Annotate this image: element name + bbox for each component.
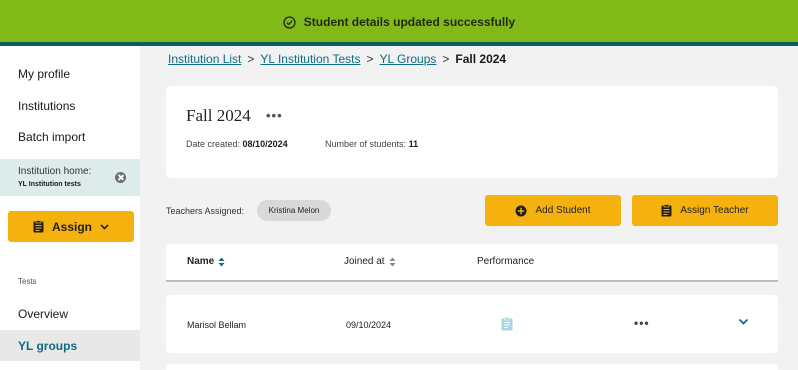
- student-joined-at: 09/10/2024: [346, 320, 392, 330]
- students-count: Number of students: 11: [325, 139, 418, 149]
- sidebar-item-label: YL groups: [18, 339, 78, 353]
- group-more-options-icon[interactable]: •••: [266, 108, 283, 123]
- assign-teacher-button[interactable]: Assign Teacher: [632, 195, 778, 226]
- table-row[interactable]: [166, 295, 778, 353]
- sidebar-item-batch-import[interactable]: Batch import: [18, 130, 85, 144]
- chevron-down-icon: [100, 223, 109, 230]
- sort-icon-active: [218, 257, 225, 266]
- sidebar-item-yl-groups[interactable]: YL groups: [0, 330, 140, 361]
- row-more-options-icon[interactable]: •••: [634, 316, 650, 330]
- date-created-label: Date created:: [186, 139, 241, 149]
- clipboard-icon: [33, 220, 44, 233]
- breadcrumb-current: Fall 2024: [455, 52, 507, 66]
- institution-home-name: YL Institution tests: [18, 181, 81, 188]
- breadcrumb-separator: >: [442, 52, 450, 66]
- table-header: [166, 244, 778, 282]
- breadcrumb-separator: >: [247, 52, 255, 66]
- column-header-label: Name: [187, 256, 215, 267]
- tests-section-label: Tests: [18, 277, 37, 286]
- students-count-label: Number of students:: [325, 139, 407, 149]
- students-count-value: 11: [408, 139, 419, 149]
- institution-home-box: Institution home: YL Institution tests: [0, 159, 140, 196]
- student-name[interactable]: Marisol Bellam: [187, 320, 246, 330]
- assign-button[interactable]: Assign: [8, 211, 134, 242]
- plus-circle-icon: [515, 205, 527, 216]
- teacher-chip[interactable]: Kristina Melon: [257, 200, 331, 221]
- page-title: Fall 2024: [186, 106, 251, 125]
- assign-button-label: Assign: [51, 219, 92, 234]
- table-header-divider: [166, 280, 778, 282]
- sidebar-item-institutions[interactable]: Institutions: [18, 99, 75, 113]
- column-header-performance: Performance: [477, 256, 534, 267]
- breadcrumb: Institution List > YL Institution Tests …: [168, 52, 506, 66]
- column-header-name[interactable]: Name: [187, 256, 225, 267]
- sidebar: My profile Institutions Batch import Ins…: [0, 46, 140, 370]
- institution-home-label: Institution home:: [18, 166, 92, 177]
- check-circle-icon: [283, 15, 296, 29]
- column-header-label: Joined at: [344, 256, 385, 267]
- breadcrumb-link-institution-list[interactable]: Institution List: [168, 52, 241, 66]
- teachers-assigned-label: Teachers Assigned:: [166, 206, 245, 216]
- column-header-joined-at[interactable]: Joined at: [344, 256, 396, 267]
- sort-icon: [389, 257, 396, 266]
- sidebar-item-my-profile[interactable]: My profile: [18, 67, 70, 81]
- date-created-value: 08/10/2024: [242, 139, 288, 149]
- group-info-card: Fall 2024 ••• Date created: 08/10/2024 N…: [166, 86, 778, 178]
- add-student-button[interactable]: Add Student: [485, 195, 621, 226]
- table-row: [166, 364, 778, 370]
- success-toast: Student details updated successfully: [0, 0, 798, 44]
- performance-report-icon[interactable]: [501, 317, 513, 331]
- toast-message: Student details updated successfully: [303, 15, 516, 29]
- add-student-label: Add Student: [535, 205, 591, 216]
- close-icon[interactable]: [115, 172, 126, 183]
- chevron-down-icon[interactable]: [738, 318, 749, 326]
- sidebar-item-overview[interactable]: Overview: [18, 307, 68, 321]
- assign-teacher-label: Assign Teacher: [680, 205, 749, 216]
- breadcrumb-link-institution-tests[interactable]: YL Institution Tests: [260, 52, 360, 66]
- breadcrumb-link-yl-groups[interactable]: YL Groups: [379, 52, 436, 66]
- clipboard-icon: [661, 204, 672, 217]
- column-header-label: Performance: [477, 256, 535, 267]
- date-created: Date created: 08/10/2024: [186, 139, 288, 149]
- breadcrumb-separator: >: [366, 52, 374, 66]
